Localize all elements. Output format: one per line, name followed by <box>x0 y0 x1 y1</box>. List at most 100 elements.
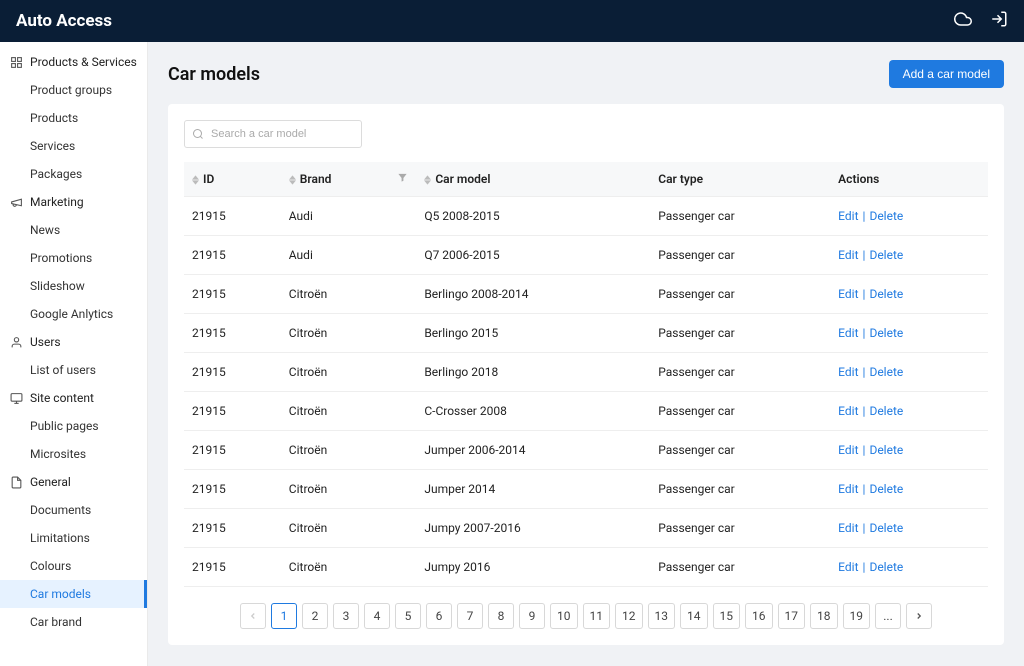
search-input[interactable] <box>184 120 362 148</box>
page-16[interactable]: 16 <box>745 603 773 629</box>
page-9[interactable]: 9 <box>519 603 545 629</box>
cell-model: C-Crosser 2008 <box>416 392 650 431</box>
cell-brand: Citroën <box>281 353 417 392</box>
cell-type: Passenger car <box>650 509 830 548</box>
cell-id: 21915 <box>184 314 281 353</box>
sidebar-item-colours[interactable]: Colours <box>0 552 147 580</box>
edit-link[interactable]: Edit <box>838 287 858 301</box>
page-header: Car models Add a car model <box>168 60 1004 88</box>
sidebar-item-products[interactable]: Products <box>0 104 147 132</box>
page-ellipsis[interactable]: ... <box>875 603 901 629</box>
delete-link[interactable]: Delete <box>869 521 903 535</box>
cell-model: Jumpy 2007-2016 <box>416 509 650 548</box>
page-17[interactable]: 17 <box>778 603 806 629</box>
page-10[interactable]: 10 <box>550 603 578 629</box>
table-row: 21915CitroënJumpy 2016Passenger carEdit|… <box>184 548 988 587</box>
page-11[interactable]: 11 <box>583 603 611 629</box>
sidebar-group-site-content[interactable]: Site content <box>0 384 147 412</box>
page-19[interactable]: 19 <box>843 603 871 629</box>
table-row: 21915CitroënJumpy 2007-2016Passenger car… <box>184 509 988 548</box>
cell-brand: Citroën <box>281 431 417 470</box>
sidebar-item-public-pages[interactable]: Public pages <box>0 412 147 440</box>
page-next[interactable] <box>906 603 932 629</box>
column-brand[interactable]: Brand <box>281 162 417 197</box>
page-prev[interactable] <box>240 603 266 629</box>
page-8[interactable]: 8 <box>488 603 514 629</box>
sidebar-item-slideshow[interactable]: Slideshow <box>0 272 147 300</box>
edit-link[interactable]: Edit <box>838 326 858 340</box>
delete-link[interactable]: Delete <box>869 287 903 301</box>
page-18[interactable]: 18 <box>810 603 838 629</box>
filter-icon[interactable] <box>397 172 408 186</box>
page-12[interactable]: 12 <box>615 603 643 629</box>
sidebar-item-packages[interactable]: Packages <box>0 160 147 188</box>
delete-link[interactable]: Delete <box>869 248 903 262</box>
table-row: 21915CitroënBerlingo 2015Passenger carEd… <box>184 314 988 353</box>
page-3[interactable]: 3 <box>333 603 359 629</box>
edit-link[interactable]: Edit <box>838 404 858 418</box>
sidebar-group-general[interactable]: General <box>0 468 147 496</box>
page-2[interactable]: 2 <box>302 603 328 629</box>
cell-type: Passenger car <box>650 470 830 509</box>
table-row: 21915AudiQ7 2006-2015Passenger carEdit|D… <box>184 236 988 275</box>
cell-type: Passenger car <box>650 392 830 431</box>
cell-brand: Audi <box>281 236 417 275</box>
cell-id: 21915 <box>184 392 281 431</box>
edit-link[interactable]: Edit <box>838 560 858 574</box>
sidebar-item-promotions[interactable]: Promotions <box>0 244 147 272</box>
cell-type: Passenger car <box>650 353 830 392</box>
page-14[interactable]: 14 <box>680 603 708 629</box>
sidebar-item-services[interactable]: Services <box>0 132 147 160</box>
page-4[interactable]: 4 <box>364 603 390 629</box>
delete-link[interactable]: Delete <box>869 404 903 418</box>
logout-icon[interactable] <box>990 10 1008 32</box>
cloud-icon[interactable] <box>954 10 972 32</box>
delete-link[interactable]: Delete <box>869 443 903 457</box>
pagination: 12345678910111213141516171819... <box>184 603 988 629</box>
sidebar-group-products-services[interactable]: Products & Services <box>0 48 147 76</box>
sidebar-item-list-of-users[interactable]: List of users <box>0 356 147 384</box>
sidebar-item-microsites[interactable]: Microsites <box>0 440 147 468</box>
column-car-model[interactable]: Car model <box>416 162 650 197</box>
edit-link[interactable]: Edit <box>838 443 858 457</box>
page-6[interactable]: 6 <box>426 603 452 629</box>
table-row: 21915CitroënJumper 2014Passenger carEdit… <box>184 470 988 509</box>
cell-id: 21915 <box>184 197 281 236</box>
cell-model: Q7 2006-2015 <box>416 236 650 275</box>
page-7[interactable]: 7 <box>457 603 483 629</box>
page-1[interactable]: 1 <box>271 603 297 629</box>
sidebar-item-limitations[interactable]: Limitations <box>0 524 147 552</box>
cell-actions: Edit|Delete <box>830 314 988 353</box>
sidebar-group-marketing[interactable]: Marketing <box>0 188 147 216</box>
delete-link[interactable]: Delete <box>869 560 903 574</box>
edit-link[interactable]: Edit <box>838 482 858 496</box>
edit-link[interactable]: Edit <box>838 365 858 379</box>
sidebar-item-car-models[interactable]: Car models <box>0 580 147 608</box>
delete-link[interactable]: Delete <box>869 482 903 496</box>
sidebar-item-product-groups[interactable]: Product groups <box>0 76 147 104</box>
cell-model: Jumper 2014 <box>416 470 650 509</box>
cell-id: 21915 <box>184 509 281 548</box>
sidebar-item-car-brand[interactable]: Car brand <box>0 608 147 636</box>
delete-link[interactable]: Delete <box>869 365 903 379</box>
sidebar-item-news[interactable]: News <box>0 216 147 244</box>
delete-link[interactable]: Delete <box>869 209 903 223</box>
sidebar-item-documents[interactable]: Documents <box>0 496 147 524</box>
topbar-actions <box>954 10 1008 32</box>
column-car-type: Car type <box>650 162 830 197</box>
edit-link[interactable]: Edit <box>838 248 858 262</box>
add-car-model-button[interactable]: Add a car model <box>889 60 1004 88</box>
sidebar-item-google-anlytics[interactable]: Google Anlytics <box>0 300 147 328</box>
page-5[interactable]: 5 <box>395 603 421 629</box>
cell-model: Berlingo 2018 <box>416 353 650 392</box>
delete-link[interactable]: Delete <box>869 326 903 340</box>
table-row: 21915CitroënBerlingo 2008-2014Passenger … <box>184 275 988 314</box>
edit-link[interactable]: Edit <box>838 521 858 535</box>
edit-link[interactable]: Edit <box>838 209 858 223</box>
page-13[interactable]: 13 <box>648 603 676 629</box>
sidebar-group-users[interactable]: Users <box>0 328 147 356</box>
column-id[interactable]: ID <box>184 162 281 197</box>
cell-type: Passenger car <box>650 314 830 353</box>
topbar: Auto Access <box>0 0 1024 42</box>
page-15[interactable]: 15 <box>713 603 741 629</box>
